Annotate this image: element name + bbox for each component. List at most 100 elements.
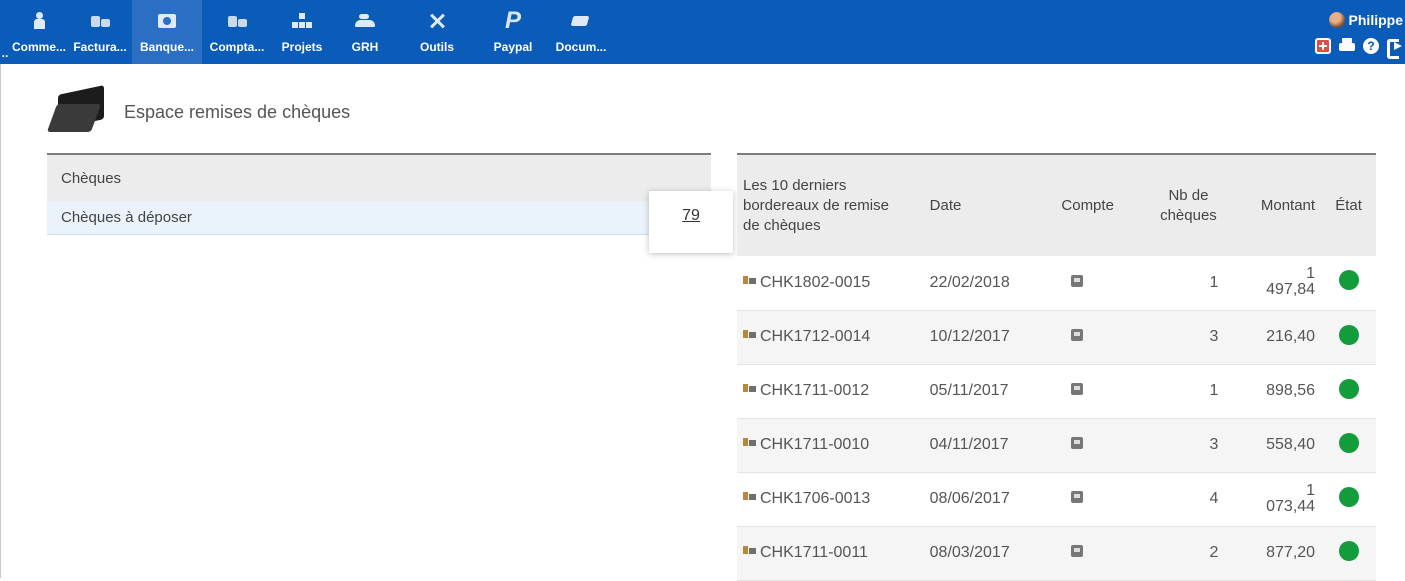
bank-account-icon[interactable] [1071, 329, 1084, 341]
menu-item-label: Docum... [555, 40, 607, 54]
cheque-icon [743, 330, 756, 338]
nb-cell: 3 [1136, 310, 1225, 365]
menu-item-commercial[interactable]: Comme... [10, 0, 68, 64]
menu-item-billing[interactable]: Factura... [68, 0, 132, 64]
header-state[interactable]: État [1321, 154, 1376, 256]
bank-account-icon[interactable] [1071, 491, 1084, 503]
nb-cell: 3 [1136, 418, 1225, 473]
table-row: CHK1711-0012 05/11/2017 1 898,56 [737, 364, 1376, 419]
cheques-panel-header: Chèques [47, 155, 711, 201]
amount-value: 558,40 [1266, 436, 1316, 453]
menu-item-label: GRH [351, 40, 379, 54]
tree-icon [291, 12, 313, 30]
help-icon[interactable]: ? [1363, 38, 1379, 54]
menu-item-bank[interactable]: Banque... [132, 0, 202, 64]
amount-value: 877,20 [1266, 544, 1316, 561]
documents-icon [570, 12, 592, 30]
top-navigation-bar: .. Comme... Factura... Banque... Compta.… [0, 0, 1405, 64]
status-icon [1338, 270, 1359, 291]
logout-icon[interactable] [1387, 38, 1403, 59]
bank-account-icon[interactable] [1071, 545, 1084, 557]
menu-item-projects[interactable]: Projets [272, 0, 332, 64]
menu-item-label: Compta... [209, 40, 265, 54]
menu-overflow[interactable]: .. [0, 0, 10, 64]
avatar [1328, 12, 1345, 28]
ref-cell: CHK1711-0011 [737, 526, 924, 581]
ref-link[interactable]: CHK1711-0011 [760, 544, 890, 562]
user-name: Philippe [1348, 12, 1403, 28]
state-cell [1321, 418, 1376, 473]
main-menu: .. Comme... Factura... Banque... Compta.… [0, 0, 612, 64]
header-amount[interactable]: Montant [1224, 154, 1322, 256]
amount-cell: 1 073,44 [1224, 472, 1322, 527]
header-ref[interactable]: Les 10 derniers bordereaux de remise de … [737, 154, 924, 256]
nb-cell: 1 [1136, 256, 1225, 311]
table-header-row: Les 10 derniers bordereaux de remise de … [737, 154, 1376, 256]
ref-link[interactable]: CHK1711-0012 [760, 382, 890, 400]
state-cell [1321, 472, 1376, 527]
folder-icon [48, 90, 108, 134]
menu-item-label: Banque... [139, 40, 194, 54]
coins-icon [89, 12, 111, 30]
menu-item-accounting[interactable]: Compta... [202, 0, 272, 64]
cheques-to-deposit-row: Chèques à déposer 79 [47, 191, 733, 253]
menu-item-paypal[interactable]: P Paypal [476, 0, 550, 64]
state-cell [1321, 310, 1376, 365]
header-date[interactable]: Date [923, 154, 1056, 256]
menu-item-label: Factura... [73, 40, 127, 54]
user-area: Philippe ? [1275, 0, 1405, 64]
paypal-icon: P [504, 7, 521, 34]
account-cell [1055, 364, 1137, 419]
menu-item-documents[interactable]: Docum... [550, 0, 612, 64]
date-cell: 08/03/2017 [923, 526, 1056, 581]
cheque-icon [743, 438, 756, 446]
ref-link[interactable]: CHK1706-0013 [760, 490, 890, 508]
ref-cell: CHK1712-0014 [737, 310, 924, 365]
nb-cell: 4 [1136, 472, 1225, 527]
menu-item-label: Comme... [11, 40, 66, 54]
status-icon [1338, 432, 1359, 453]
bank-account-icon[interactable] [1071, 383, 1084, 395]
account-cell [1055, 526, 1137, 581]
date-cell: 05/11/2017 [923, 364, 1056, 419]
ref-link[interactable]: CHK1802-0015 [760, 274, 890, 292]
page-header: Espace remises de chèques [48, 90, 350, 134]
amount-value: 216,40 [1266, 328, 1316, 345]
ref-link[interactable]: CHK1711-0010 [760, 436, 890, 454]
user-menu[interactable]: Philippe [1328, 12, 1403, 28]
state-cell [1321, 256, 1376, 311]
hr-icon [354, 12, 376, 30]
ref-cell: CHK1802-0015 [737, 256, 924, 311]
status-icon [1338, 324, 1359, 345]
header-nb-cheques[interactable]: Nb de chèques [1136, 154, 1225, 256]
bank-account-icon[interactable] [1071, 437, 1084, 449]
status-icon [1338, 378, 1359, 399]
ref-cell: CHK1706-0013 [737, 472, 924, 527]
table-row: CHK1711-0011 08/03/2017 2 877,20 [737, 526, 1376, 581]
amount-cell: 898,56 [1224, 364, 1322, 419]
cheque-icon [743, 384, 756, 392]
cheque-icon [743, 546, 756, 554]
bank-account-icon[interactable] [1071, 274, 1084, 287]
date-cell: 08/06/2017 [923, 472, 1056, 527]
state-cell [1321, 364, 1376, 419]
account-cell [1055, 472, 1137, 527]
table-row: CHK1706-0013 08/06/2017 4 1 073,44 [737, 472, 1376, 527]
menu-item-tools[interactable]: Outils [398, 0, 476, 64]
amount-cell: 558,40 [1224, 418, 1322, 473]
amount-value: 1 497,84 [1266, 265, 1316, 299]
cheques-count-link[interactable]: 79 [682, 207, 700, 225]
account-cell [1055, 310, 1137, 365]
add-icon[interactable] [1315, 38, 1331, 54]
print-icon[interactable] [1339, 38, 1355, 54]
header-account[interactable]: Compte [1055, 154, 1137, 256]
cheque-icon [743, 275, 756, 284]
cheques-to-deposit-label: Chèques à déposer [61, 209, 192, 226]
menu-overflow-label: .. [1, 46, 9, 60]
ref-link[interactable]: CHK1712-0014 [760, 328, 890, 346]
date-cell: 22/02/2018 [923, 256, 1056, 311]
menu-item-hr[interactable]: GRH [332, 0, 398, 64]
nb-cell: 1 [1136, 364, 1225, 419]
status-icon [1338, 486, 1359, 507]
deposit-slips-table: Les 10 derniers bordereaux de remise de … [737, 153, 1376, 581]
